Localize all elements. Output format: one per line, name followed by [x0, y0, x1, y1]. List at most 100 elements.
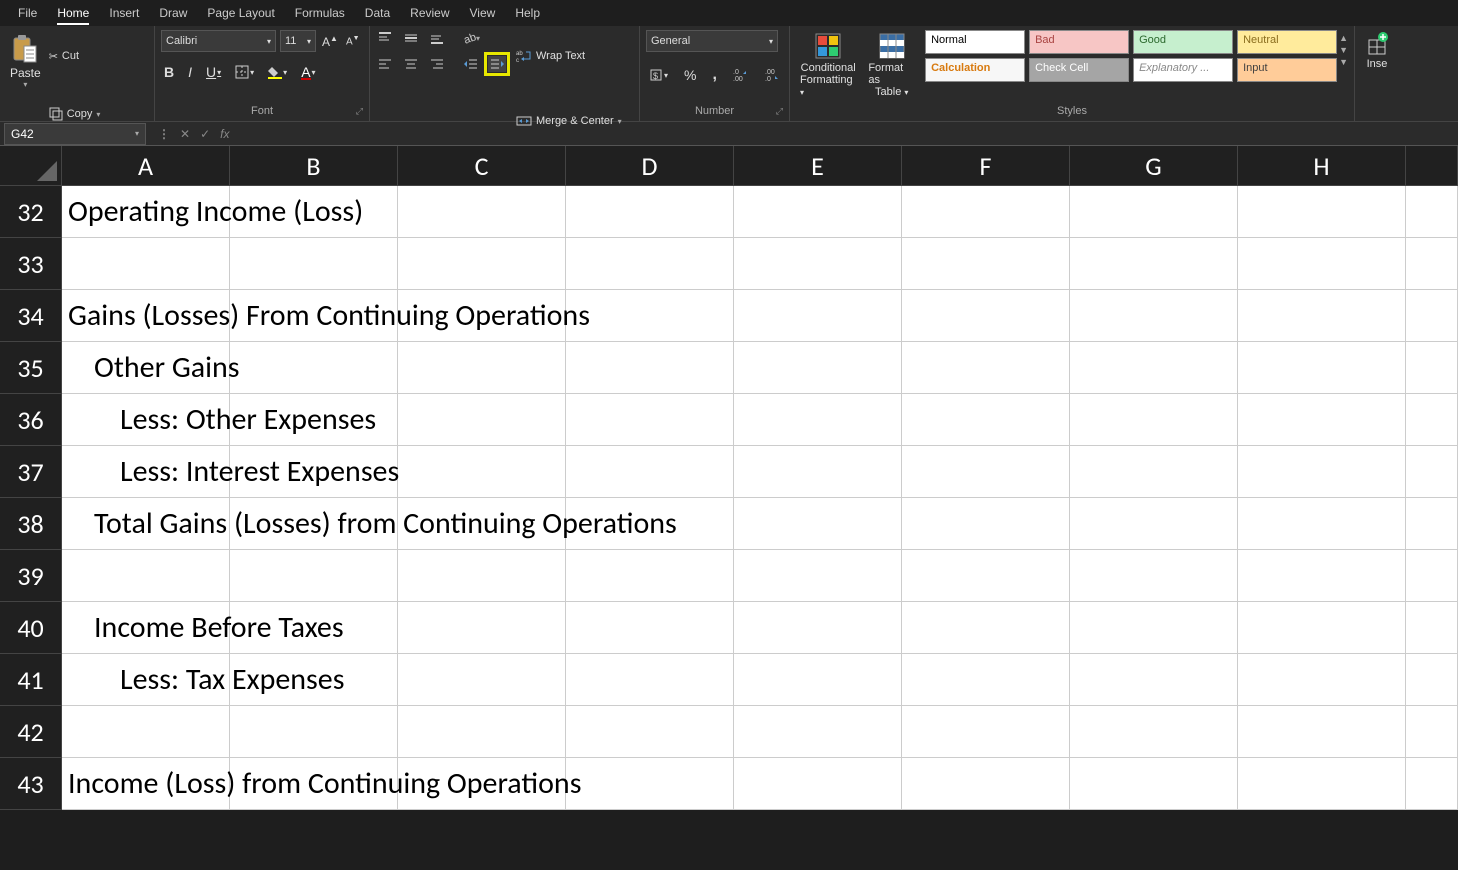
increase-font-size-button[interactable]: A▲ — [320, 32, 340, 51]
cell-style-explanatory[interactable]: Explanatory ... — [1133, 58, 1233, 82]
tab-file[interactable]: File — [8, 2, 47, 24]
cell[interactable]: Less: Tax Expenses — [62, 654, 230, 706]
cell[interactable] — [566, 394, 734, 446]
enter-formula-button[interactable]: ✓ — [200, 127, 210, 141]
row-header[interactable]: 33 — [0, 238, 62, 290]
row-header[interactable]: 32 — [0, 186, 62, 238]
cell[interactable] — [1238, 654, 1406, 706]
cell[interactable] — [734, 654, 902, 706]
cell[interactable]: Less: Interest Expenses — [62, 446, 230, 498]
cell[interactable] — [1070, 498, 1238, 550]
cell[interactable] — [1238, 446, 1406, 498]
underline-button[interactable]: U▾ — [203, 62, 224, 82]
cell[interactable]: Total Gains (Losses) from Continuing Ope… — [62, 498, 230, 550]
cell[interactable] — [902, 758, 1070, 810]
tab-review[interactable]: Review — [400, 2, 459, 24]
cell[interactable] — [902, 342, 1070, 394]
cell[interactable] — [902, 550, 1070, 602]
cell[interactable] — [230, 342, 398, 394]
tab-page-layout[interactable]: Page Layout — [197, 2, 284, 24]
tab-draw[interactable]: Draw — [149, 2, 197, 24]
row-header[interactable]: 38 — [0, 498, 62, 550]
align-top-button[interactable] — [376, 30, 394, 46]
cell[interactable] — [1238, 342, 1406, 394]
bold-button[interactable]: B — [161, 62, 177, 82]
merge-center-button[interactable]: Merge & Center ▾ — [516, 95, 622, 147]
styles-more-button[interactable]: ▼ — [1339, 57, 1348, 67]
cell[interactable] — [1238, 602, 1406, 654]
cell[interactable] — [62, 238, 230, 290]
cell[interactable] — [230, 706, 398, 758]
paste-button[interactable]: Paste ▾ — [6, 30, 45, 91]
cut-button[interactable]: ✂ Cut — [49, 30, 140, 82]
insert-cells-button[interactable]: Inse — [1361, 30, 1393, 72]
row-header[interactable]: 42 — [0, 706, 62, 758]
align-bottom-button[interactable] — [428, 30, 446, 46]
cell[interactable] — [398, 654, 566, 706]
increase-decimal-button[interactable]: .0.00 — [730, 64, 752, 86]
cell[interactable] — [1070, 186, 1238, 238]
cell[interactable] — [734, 446, 902, 498]
cell[interactable] — [734, 186, 902, 238]
borders-button[interactable]: ▾ — [232, 63, 257, 81]
row-header[interactable]: 40 — [0, 602, 62, 654]
cell[interactable] — [566, 238, 734, 290]
column-header-B[interactable]: B — [230, 146, 398, 186]
tab-help[interactable]: Help — [505, 2, 550, 24]
cell[interactable] — [734, 290, 902, 342]
cell[interactable] — [230, 550, 398, 602]
cell[interactable] — [1238, 550, 1406, 602]
cell[interactable] — [566, 342, 734, 394]
cell[interactable] — [62, 706, 230, 758]
cell[interactable] — [1070, 706, 1238, 758]
row-header[interactable]: 39 — [0, 550, 62, 602]
cell-style-calculation[interactable]: Calculation — [925, 58, 1025, 82]
cell[interactable] — [1070, 654, 1238, 706]
decrease-decimal-button[interactable]: .00.0 — [762, 64, 784, 86]
cell[interactable] — [1406, 602, 1458, 654]
cell[interactable] — [734, 550, 902, 602]
format-as-table-button[interactable]: Format as Table ▾ — [864, 30, 919, 100]
cell[interactable] — [1070, 238, 1238, 290]
cell[interactable] — [902, 394, 1070, 446]
align-center-button[interactable] — [402, 56, 420, 72]
cell[interactable] — [902, 706, 1070, 758]
row-header[interactable]: 37 — [0, 446, 62, 498]
cell[interactable] — [1406, 706, 1458, 758]
cell[interactable] — [1406, 342, 1458, 394]
copy-button[interactable]: Copy ▾ — [49, 88, 140, 140]
column-header-E[interactable]: E — [734, 146, 902, 186]
dialog-launcher-icon[interactable]: ⤢ — [776, 106, 783, 117]
row-header[interactable]: 36 — [0, 394, 62, 446]
cell[interactable] — [902, 446, 1070, 498]
cell[interactable] — [1406, 394, 1458, 446]
wrap-text-button[interactable]: abc Wrap Text — [516, 30, 622, 82]
cell[interactable] — [1070, 290, 1238, 342]
cell[interactable] — [566, 758, 734, 810]
cell[interactable] — [1406, 238, 1458, 290]
cell[interactable] — [1406, 446, 1458, 498]
cell-style-neutral[interactable]: Neutral — [1237, 30, 1337, 54]
cell[interactable] — [1406, 498, 1458, 550]
column-header-D[interactable]: D — [566, 146, 734, 186]
column-header-A[interactable]: A — [62, 146, 230, 186]
align-middle-button[interactable] — [402, 30, 420, 46]
cell[interactable] — [734, 602, 902, 654]
cell[interactable] — [734, 498, 902, 550]
cell[interactable] — [734, 238, 902, 290]
cell[interactable]: Other Gains — [62, 342, 230, 394]
comma-format-button[interactable]: , — [709, 64, 719, 86]
cell[interactable] — [398, 706, 566, 758]
cell[interactable] — [1238, 706, 1406, 758]
styles-scroll-down-button[interactable]: ▼ — [1339, 45, 1348, 55]
increase-indent-button[interactable] — [488, 56, 506, 72]
percent-format-button[interactable]: % — [681, 64, 699, 86]
cell[interactable] — [1406, 290, 1458, 342]
cell[interactable] — [734, 706, 902, 758]
decrease-font-size-button[interactable]: A▼ — [344, 33, 362, 49]
font-size-select[interactable]: 11▾ — [280, 30, 316, 52]
styles-scroll-up-button[interactable]: ▲ — [1339, 33, 1348, 43]
cell[interactable] — [566, 550, 734, 602]
cell-style-normal[interactable]: Normal — [925, 30, 1025, 54]
cell[interactable] — [566, 654, 734, 706]
